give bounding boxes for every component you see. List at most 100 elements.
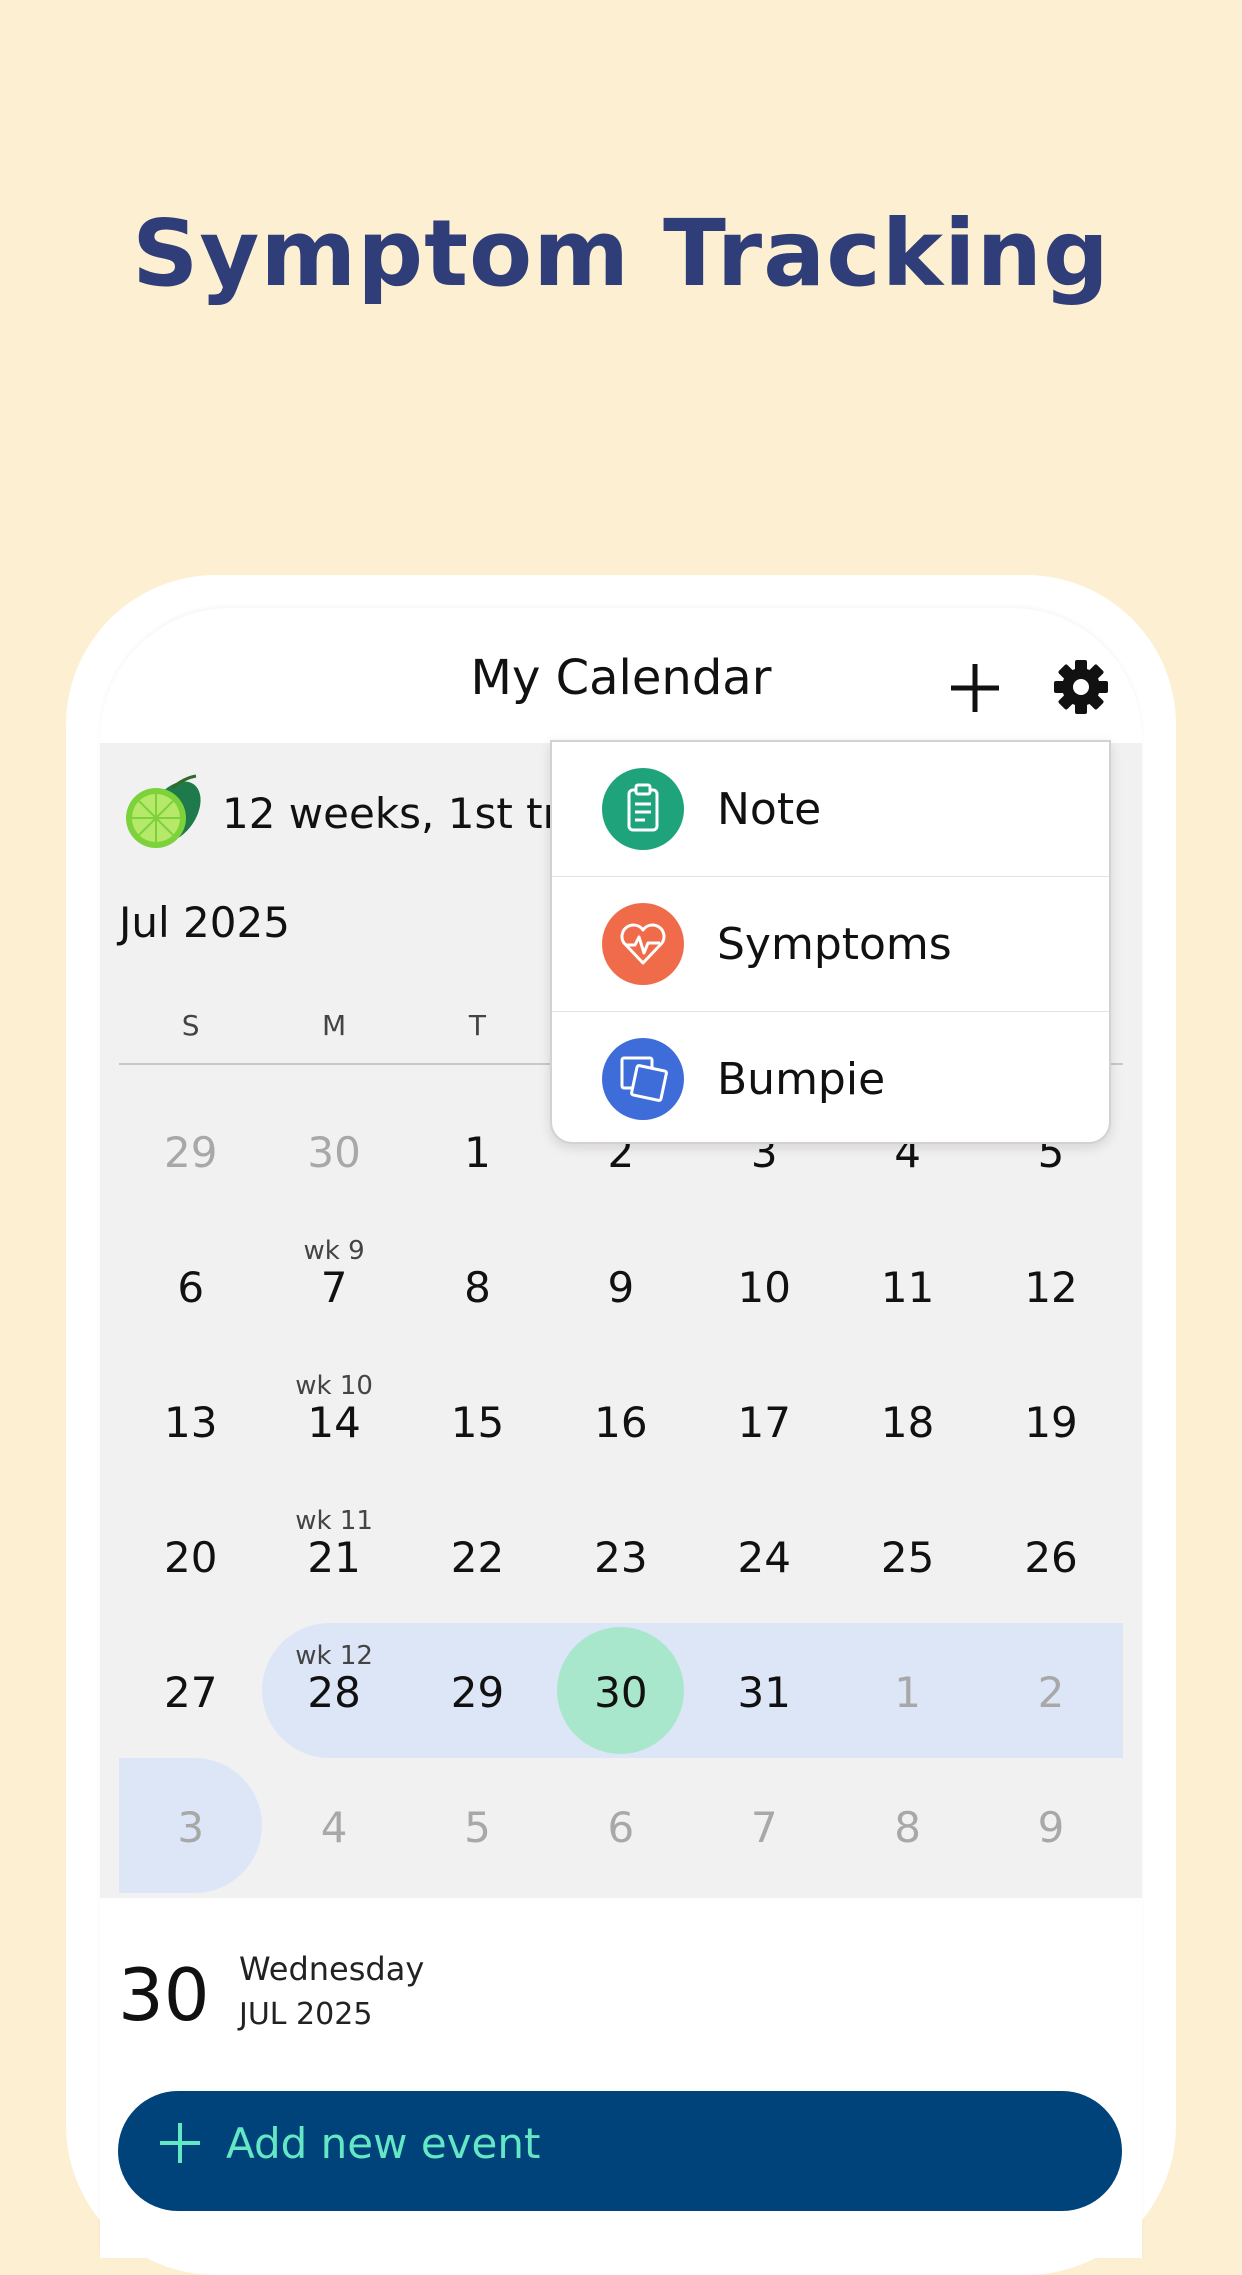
pregnancy-week-text: 12 weeks, 1st tri	[222, 788, 572, 838]
day-number: 29	[450, 1668, 505, 1717]
day-number: 15	[450, 1398, 505, 1447]
day-number: 7	[320, 1263, 348, 1312]
day-number: 22	[450, 1533, 505, 1582]
day-number: 29	[163, 1128, 218, 1177]
photos-icon	[602, 1038, 684, 1120]
day-number: 6	[177, 1263, 205, 1312]
day-number: 6	[607, 1803, 635, 1852]
day-number: 9	[1037, 1803, 1065, 1852]
menu-item-symptoms[interactable]: Symptoms	[552, 877, 1109, 1012]
day-number: 27	[163, 1668, 218, 1717]
weekday-label: T	[468, 1009, 487, 1042]
weekday-label: M	[322, 1009, 347, 1042]
calendar-day[interactable]: 9	[979, 1758, 1122, 1893]
calendar-day[interactable]: 17	[693, 1353, 836, 1488]
gear-icon	[1054, 660, 1108, 714]
calendar-day[interactable]: 5	[406, 1758, 549, 1893]
calendar-day[interactable]: 29	[406, 1623, 549, 1758]
day-number: 8	[464, 1263, 491, 1312]
calendar-week-row: 3 4 5 6 7 8 9	[119, 1758, 1123, 1893]
day-number: 19	[1024, 1398, 1078, 1447]
add-menu-dropdown: Note Symptoms Bumpie	[550, 740, 1111, 1144]
calendar-day[interactable]: wk 11 21	[262, 1488, 405, 1623]
calendar-week-row-current: 27 wk 12 28 29 30 31 1 2	[119, 1623, 1123, 1758]
calendar-day[interactable]: 29	[119, 1083, 262, 1218]
calendar-day[interactable]: 22	[406, 1488, 549, 1623]
calendar-day[interactable]: 26	[979, 1488, 1122, 1623]
calendar-day[interactable]: 6	[549, 1758, 692, 1893]
calendar-day[interactable]: 10	[693, 1218, 836, 1353]
calendar-day[interactable]: 25	[836, 1488, 979, 1623]
calendar-day[interactable]: 15	[406, 1353, 549, 1488]
calendar-day[interactable]: 18	[836, 1353, 979, 1488]
calendar-day[interactable]: 12	[979, 1218, 1122, 1353]
menu-item-label: Note	[717, 783, 822, 835]
day-number: 11	[880, 1263, 935, 1312]
calendar-day[interactable]: 3	[119, 1758, 262, 1893]
menu-item-bumpie[interactable]: Bumpie	[552, 1012, 1109, 1146]
calendar-day[interactable]: wk 10 14	[262, 1353, 405, 1488]
day-number: 28	[307, 1668, 361, 1717]
selected-weekday: Wednesday	[239, 1950, 425, 1988]
day-number: 5	[464, 1803, 491, 1852]
day-number: 23	[594, 1533, 648, 1582]
menu-item-note[interactable]: Note	[552, 742, 1109, 877]
calendar-day[interactable]: 20	[119, 1488, 262, 1623]
calendar-day[interactable]: 8	[406, 1218, 549, 1353]
calendar-day[interactable]: 1	[836, 1623, 979, 1758]
calendar-day[interactable]: 8	[836, 1758, 979, 1893]
day-number: 25	[880, 1533, 935, 1582]
calendar-day[interactable]: 27	[119, 1623, 262, 1758]
calendar-day[interactable]: 30	[262, 1083, 405, 1218]
day-number: 24	[737, 1533, 791, 1582]
calendar-day[interactable]: wk 12 28	[262, 1623, 405, 1758]
day-number: 9	[607, 1263, 635, 1312]
calendar-day[interactable]: 1	[406, 1083, 549, 1218]
day-number: 3	[177, 1803, 205, 1852]
lime-icon	[126, 774, 201, 848]
calendar-day[interactable]: 9	[549, 1218, 692, 1353]
week-label: wk 12	[295, 1641, 373, 1671]
calendar-day[interactable]: 24	[693, 1488, 836, 1623]
calendar-day-selected[interactable]: 30	[549, 1623, 692, 1758]
add-button[interactable]	[945, 658, 1005, 718]
calendar-day[interactable]: 13	[119, 1353, 262, 1488]
menu-item-label: Symptoms	[717, 918, 952, 970]
day-number: 20	[163, 1533, 218, 1582]
calendar-day[interactable]: 4	[262, 1758, 405, 1893]
calendar-day[interactable]: 11	[836, 1218, 979, 1353]
calendar-day[interactable]: 2	[979, 1623, 1122, 1758]
calendar-day[interactable]: 23	[549, 1488, 692, 1623]
day-number: 7	[750, 1803, 778, 1852]
day-number: 17	[737, 1398, 791, 1447]
day-number: 30	[594, 1668, 648, 1717]
selected-day-number: 30	[118, 1953, 210, 2037]
day-number: 1	[464, 1128, 491, 1177]
plus-icon	[951, 664, 999, 712]
settings-button[interactable]	[1052, 658, 1110, 716]
calendar-grid: 29 30 1 2 3 4 5 6 wk 97 8 9 10 11 12 13 …	[119, 1083, 1123, 1893]
calendar-day[interactable]: 19	[979, 1353, 1122, 1488]
day-number: 18	[880, 1398, 935, 1447]
day-number: 2	[1037, 1668, 1065, 1717]
calendar-day[interactable]: 6	[119, 1218, 262, 1353]
weekday-label: S	[181, 1009, 200, 1042]
plus-icon	[160, 2123, 200, 2163]
add-new-event-label: Add new event	[226, 2119, 541, 2168]
calendar-day[interactable]: 31	[693, 1623, 836, 1758]
calendar-day[interactable]: 16	[549, 1353, 692, 1488]
calendar-week-row: 6 wk 97 8 9 10 11 12	[119, 1218, 1123, 1353]
day-number: 4	[320, 1803, 348, 1852]
selected-month-year: JUL 2025	[239, 1997, 373, 2032]
menu-item-label: Bumpie	[717, 1053, 886, 1105]
day-number: 8	[894, 1803, 922, 1852]
day-number: 13	[163, 1398, 218, 1447]
month-label: Jul 2025	[119, 898, 290, 947]
headline: Symptom Tracking	[132, 200, 1110, 307]
calendar-week-row: 13 wk 10 14 15 16 17 18 19	[119, 1353, 1123, 1488]
day-number: 30	[307, 1128, 361, 1177]
calendar-day[interactable]: 7	[693, 1758, 836, 1893]
calendar-day[interactable]: wk 97	[262, 1218, 405, 1353]
add-new-event-button[interactable]: Add new event	[118, 2091, 1122, 2211]
clipboard-icon	[602, 768, 684, 850]
